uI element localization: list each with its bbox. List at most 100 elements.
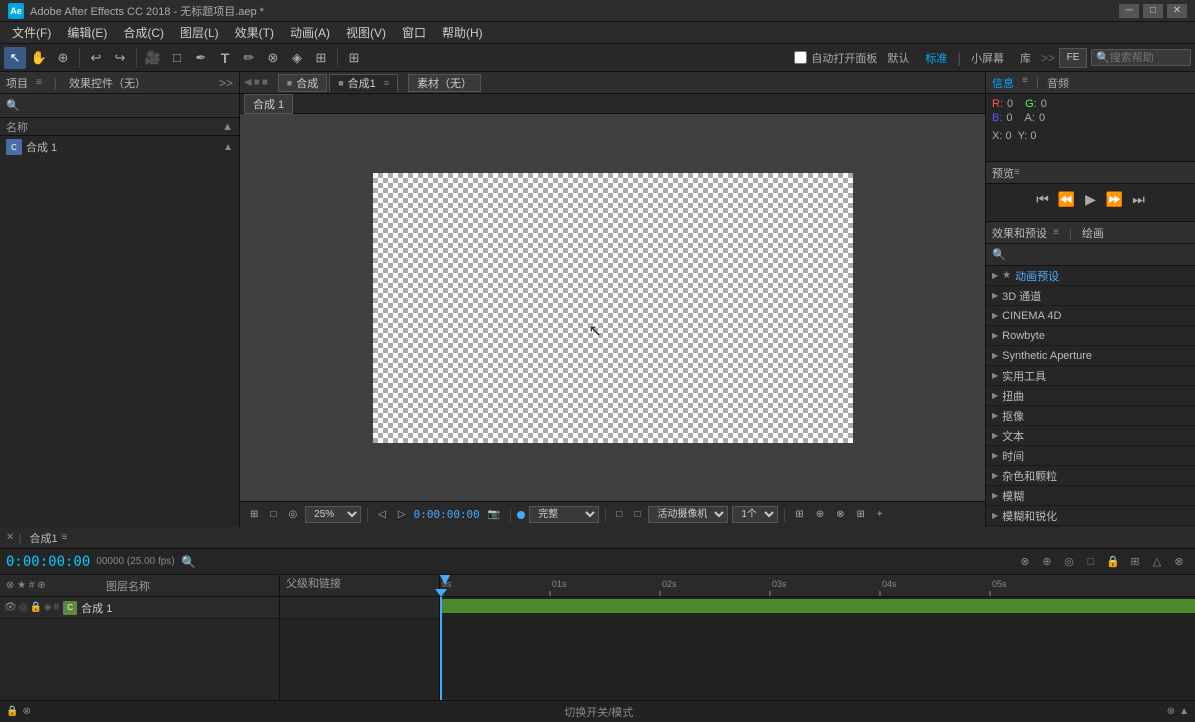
project-item-comp1[interactable]: C 合成 1 ▲: [0, 136, 239, 158]
effects-cat-3d[interactable]: ▶ 3D 通道: [986, 286, 1195, 306]
timeline-tab-label[interactable]: 合成1: [30, 530, 58, 546]
vb-grid-btn[interactable]: ⊞: [246, 508, 262, 521]
vb-more-btn[interactable]: ⊞: [791, 508, 807, 521]
menu-edit[interactable]: 编辑(E): [59, 22, 115, 43]
timeline-tab-menu[interactable]: ≡: [62, 532, 68, 543]
timeline-close-btn[interactable]: ✕: [6, 532, 14, 543]
project-sort-icon[interactable]: ▲: [222, 121, 233, 133]
layer-duration-bar[interactable]: [440, 599, 1195, 613]
selection-tool[interactable]: ↖: [4, 47, 26, 69]
close-button[interactable]: ✕: [1167, 4, 1187, 18]
viewer-tab-composition[interactable]: ■ 合成: [278, 74, 327, 92]
project-item-menu[interactable]: ▲: [223, 142, 233, 153]
effects-cat-text[interactable]: ▶ 文本: [986, 426, 1195, 446]
effects-search-input[interactable]: [1010, 249, 1189, 261]
comp-subtab-active[interactable]: 合成 1: [244, 94, 293, 114]
workspace-more[interactable]: >>: [1041, 51, 1055, 65]
effects-cat-noise[interactable]: ▶ 杂色和颗粒: [986, 466, 1195, 486]
vb-timecode[interactable]: 0:00:00:00: [414, 508, 480, 521]
tl-vis-btn[interactable]: □: [1081, 552, 1101, 572]
tl-bottom-icon2[interactable]: ⊗: [22, 706, 30, 717]
menu-help[interactable]: 帮助(H): [434, 22, 491, 43]
tl-solo-btn[interactable]: ◎: [1059, 552, 1079, 572]
skip-last-btn[interactable]: ⏭: [1130, 190, 1148, 208]
menu-layer[interactable]: 图层(L): [172, 22, 227, 43]
effects-cat-distort[interactable]: ▶ 扭曲: [986, 386, 1195, 406]
vb-crop-btn[interactable]: ⊗: [832, 508, 848, 521]
effects-cat-matte[interactable]: ▶ 模糊: [986, 486, 1195, 506]
effects-cat-utility[interactable]: ▶ 实用工具: [986, 366, 1195, 386]
tl-prop-btn[interactable]: ⊗: [1015, 552, 1035, 572]
effects-cat-time[interactable]: ▶ 时间: [986, 446, 1195, 466]
project-tab[interactable]: 项目: [6, 75, 28, 91]
preview-menu-icon[interactable]: ≡: [1014, 167, 1020, 178]
viewer-tab-footage[interactable]: 素材（无）: [408, 74, 481, 92]
stamp-tool[interactable]: ⊗: [262, 47, 284, 69]
pen-tool[interactable]: ✒: [190, 47, 212, 69]
vb-roi-btn[interactable]: □: [612, 508, 626, 521]
rect-tool[interactable]: □: [166, 47, 188, 69]
workspace-small[interactable]: 小屏幕: [965, 48, 1010, 68]
zoom-tool[interactable]: ⊕: [52, 47, 74, 69]
menu-effects[interactable]: 效果(T): [227, 22, 282, 43]
auto-open-checkbox[interactable]: [794, 51, 807, 64]
menu-animation[interactable]: 动画(A): [282, 22, 338, 43]
info-tab[interactable]: 信息: [992, 75, 1014, 91]
camera-tool[interactable]: 🎥: [142, 47, 164, 69]
playhead[interactable]: [440, 597, 442, 700]
switch-mode-label[interactable]: 切换开关/模式: [564, 704, 633, 720]
vb-zoom-select[interactable]: 25% 50% 100%: [305, 506, 361, 523]
hand-tool[interactable]: ✋: [28, 47, 50, 69]
tl-bottom-icon1[interactable]: 🔒: [6, 706, 18, 717]
effects-cat-keying[interactable]: ▶ 抠像: [986, 406, 1195, 426]
menu-window[interactable]: 窗口: [394, 22, 434, 43]
redo-btn[interactable]: ↪: [109, 47, 131, 69]
project-search-input[interactable]: [20, 100, 233, 112]
tl-null-btn[interactable]: ⊞: [1125, 552, 1145, 572]
effects-cat-cinema4d[interactable]: ▶ CINEMA 4D: [986, 306, 1195, 326]
layer-lock-icon[interactable]: 🔒: [29, 602, 41, 613]
play-btn[interactable]: ▶: [1082, 190, 1100, 208]
prev-frame-btn[interactable]: ⏪: [1058, 190, 1076, 208]
effects-cat-synthetic[interactable]: ▶ Synthetic Aperture: [986, 346, 1195, 366]
project-menu-icon[interactable]: ≡: [36, 77, 42, 88]
panel-expand-btn[interactable]: >>: [219, 76, 233, 90]
grid-btn[interactable]: ⊞: [343, 47, 365, 69]
timeline-timecode[interactable]: 0:00:00:00: [6, 554, 90, 570]
vb-camera-select[interactable]: 活动摄像机: [648, 506, 728, 523]
effects-menu-icon[interactable]: ≡: [1053, 227, 1059, 238]
vb-quality-select[interactable]: 完整 一半 四分之一: [529, 506, 599, 523]
text-tool[interactable]: T: [214, 47, 236, 69]
viewer-nav-icon1[interactable]: ■: [254, 77, 260, 88]
workspace-library[interactable]: 库: [1014, 48, 1037, 68]
tl-lock-btn[interactable]: 🔒: [1103, 552, 1123, 572]
menu-composition[interactable]: 合成(C): [115, 22, 172, 43]
viewer-nav-icon2[interactable]: ■: [262, 77, 268, 88]
vb-transfer-btn[interactable]: ⊕: [812, 508, 828, 521]
comp1-tab-menu[interactable]: ≡: [384, 78, 389, 88]
eraser-tool[interactable]: ◈: [286, 47, 308, 69]
info-menu-icon[interactable]: ≡: [1022, 75, 1028, 91]
minimize-button[interactable]: ─: [1119, 4, 1139, 18]
tl-shape-btn[interactable]: △: [1147, 552, 1167, 572]
tl-bottom-icon3[interactable]: ⊕: [1167, 706, 1175, 717]
tl-parent-btn[interactable]: ⊕: [1037, 552, 1057, 572]
roto-tool[interactable]: ⊞: [310, 47, 332, 69]
effects-cat-blur[interactable]: ▶ 模糊和锐化: [986, 506, 1195, 526]
viewer-tab-comp1[interactable]: ■ 合成1 ≡: [329, 74, 398, 92]
workspace-standard[interactable]: 标准: [919, 48, 953, 68]
workspace-default[interactable]: 默认: [881, 48, 915, 68]
menu-view[interactable]: 视图(V): [338, 22, 394, 43]
vb-extra-btn[interactable]: +: [873, 508, 887, 521]
viewer-nav-prev[interactable]: ◀: [244, 77, 252, 88]
next-frame-btn[interactable]: ⏩: [1106, 190, 1124, 208]
vb-fit-btn[interactable]: ◁: [374, 508, 390, 521]
vb-align-btn[interactable]: ⊞: [853, 508, 869, 521]
effects-cat-animation[interactable]: ▶ ★ 动画预设: [986, 266, 1195, 286]
vb-alpha-btn[interactable]: □: [630, 508, 644, 521]
search-input[interactable]: [1110, 52, 1190, 64]
effects-cat-rowbyte[interactable]: ▶ Rowbyte: [986, 326, 1195, 346]
effects-control-tab[interactable]: 效果控件（无）: [69, 75, 146, 91]
maximize-button[interactable]: □: [1143, 4, 1163, 18]
skip-first-btn[interactable]: ⏮: [1034, 190, 1052, 208]
